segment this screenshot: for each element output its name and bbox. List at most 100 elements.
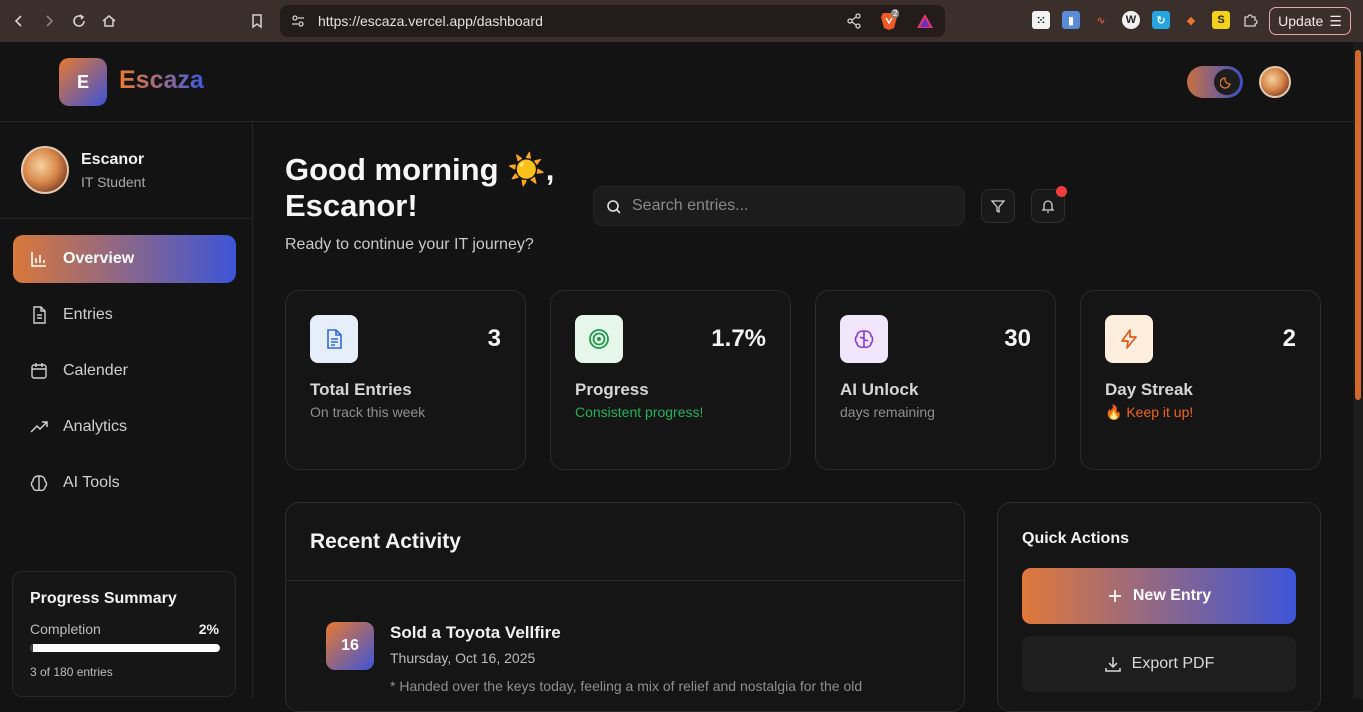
brave-shields-icon[interactable]: 2	[880, 9, 900, 31]
share-icon[interactable]	[846, 13, 862, 34]
target-icon	[589, 329, 609, 349]
sidebar-item-analytics[interactable]: Analytics	[13, 403, 236, 451]
address-bar[interactable]: https://escaza.vercel.app/dashboard 2	[280, 5, 945, 37]
update-button[interactable]: Update ☰	[1269, 7, 1351, 35]
app-root: E Escaza Escanor IT Student Overview Ent…	[0, 42, 1363, 712]
logo-badge[interactable]: E	[59, 58, 107, 106]
document-icon	[327, 329, 342, 349]
sidebar-item-label: Analytics	[63, 418, 128, 435]
export-pdf-button[interactable]: Export PDF	[1022, 636, 1296, 692]
activity-item-desc: * Handed over the keys today, feeling a …	[390, 678, 863, 694]
theme-toggle[interactable]	[1187, 66, 1243, 98]
summary-percent: 2%	[198, 621, 219, 637]
extension-docs-icon[interactable]: ▮	[1062, 11, 1080, 29]
calendar-icon	[31, 363, 47, 379]
menu-icon: ☰	[1329, 12, 1342, 29]
extension-w-icon[interactable]: W	[1122, 11, 1140, 29]
stat-sub: Consistent progress!	[575, 404, 704, 420]
stat-value: 3	[487, 325, 501, 352]
shields-count: 2	[891, 9, 900, 18]
extension-s-icon[interactable]: S	[1212, 11, 1230, 29]
site-settings-icon[interactable]	[290, 13, 306, 34]
stat-card-ai-unlock[interactable]: 30 AI Unlock days remaining	[815, 290, 1056, 470]
filter-button[interactable]	[981, 189, 1015, 223]
greeting-subtitle: Ready to continue your IT journey?	[285, 236, 534, 253]
app-name[interactable]: Escaza	[119, 66, 204, 95]
forward-icon[interactable]	[39, 11, 59, 31]
stat-sub: days remaining	[840, 404, 935, 420]
plus-icon	[1108, 590, 1121, 602]
activity-day-badge: 16	[326, 622, 374, 670]
filter-icon	[990, 200, 1006, 214]
profile-card: Escanor IT Student	[0, 122, 252, 219]
download-icon	[1104, 657, 1121, 672]
avatar	[21, 146, 69, 194]
url-text[interactable]: https://escaza.vercel.app/dashboard	[318, 13, 543, 29]
activity-item-date: Thursday, Oct 16, 2025	[390, 650, 536, 666]
stat-icon-box	[1105, 315, 1153, 363]
new-entry-label: New Entry	[1132, 587, 1212, 604]
extension-wave-icon[interactable]: ∿	[1092, 11, 1110, 29]
bell-icon	[1041, 200, 1055, 213]
brain-icon	[30, 475, 48, 492]
stat-card-progress[interactable]: 1.7% Progress Consistent progress!	[550, 290, 791, 470]
scrollbar-thumb[interactable]	[1355, 50, 1361, 400]
back-icon[interactable]	[9, 11, 29, 31]
browser-toolbar: https://escaza.vercel.app/dashboard 2 ⁙ …	[0, 0, 1363, 42]
search-box[interactable]	[593, 186, 965, 226]
profile-name: Escanor	[81, 151, 145, 168]
document-icon	[33, 306, 46, 324]
sidebar-item-label: Calender	[63, 362, 128, 379]
recent-activity-panel: Recent Activity 16 Sold a Toyota Vellfir…	[285, 502, 965, 712]
app-header: E Escaza	[0, 42, 1353, 122]
stat-label: Day Streak	[1105, 380, 1193, 399]
update-label: Update	[1278, 13, 1324, 29]
stat-value: 30	[1004, 325, 1031, 352]
activity-title: Recent Activity	[310, 530, 461, 553]
quick-actions-panel: Quick Actions New Entry Export PDF	[997, 502, 1321, 712]
stat-sub: On track this week	[310, 404, 426, 420]
stat-sub: 🔥 Keep it up!	[1105, 404, 1194, 420]
extension-fox-icon[interactable]: ◆	[1182, 11, 1200, 29]
notification-badge	[1056, 186, 1067, 197]
activity-item-title[interactable]: Sold a Toyota Vellfire	[390, 623, 561, 643]
search-icon	[606, 199, 622, 220]
stat-icon-box	[310, 315, 358, 363]
extensions-puzzle-icon[interactable]	[1241, 11, 1259, 29]
progress-summary-card: Progress Summary Completion 2% 3 of 180 …	[12, 571, 236, 697]
stat-value: 1.7%	[711, 325, 766, 352]
search-input[interactable]	[632, 187, 952, 225]
greeting-title: Good morning ☀️, Escanor!	[285, 152, 555, 223]
sidebar-item-ai-tools[interactable]: AI Tools	[13, 459, 236, 507]
stat-card-day-streak[interactable]: 2 Day Streak 🔥 Keep it up!	[1080, 290, 1321, 470]
profile-role: IT Student	[81, 174, 146, 190]
bookmark-icon[interactable]	[247, 11, 267, 31]
stat-label: Progress	[575, 380, 649, 399]
trending-icon	[30, 421, 48, 433]
stat-value: 2	[1282, 325, 1296, 352]
extension-refresh-icon[interactable]: ↻	[1152, 11, 1170, 29]
stat-label: AI Unlock	[840, 380, 919, 399]
new-entry-button[interactable]: New Entry	[1022, 568, 1296, 624]
reload-icon[interactable]	[69, 11, 89, 31]
sidebar-item-calender[interactable]: Calender	[13, 347, 236, 395]
sidebar-item-label: Overview	[63, 250, 135, 267]
sidebar-item-label: Entries	[63, 306, 113, 323]
sidebar-item-entries[interactable]: Entries	[13, 291, 236, 339]
home-icon[interactable]	[99, 11, 119, 31]
page-scrollbar[interactable]	[1353, 42, 1363, 699]
header-avatar[interactable]	[1259, 66, 1291, 98]
sidebar-item-overview[interactable]: Overview	[13, 235, 236, 283]
brave-rewards-icon[interactable]	[916, 13, 934, 34]
stat-icon-box	[575, 315, 623, 363]
moon-icon	[1214, 69, 1240, 95]
stat-icon-box	[840, 315, 888, 363]
activity-header: Recent Activity	[286, 503, 964, 581]
summary-label: Completion	[30, 621, 101, 637]
brain-icon	[854, 330, 874, 349]
summary-entries-count: 3 of 180 entries	[30, 665, 113, 679]
extension-grid-icon[interactable]: ⁙	[1032, 11, 1050, 29]
sidebar: Escanor IT Student Overview Entries Cale…	[0, 122, 253, 699]
stat-card-total-entries[interactable]: 3 Total Entries On track this week	[285, 290, 526, 470]
export-pdf-label: Export PDF	[1131, 655, 1215, 672]
